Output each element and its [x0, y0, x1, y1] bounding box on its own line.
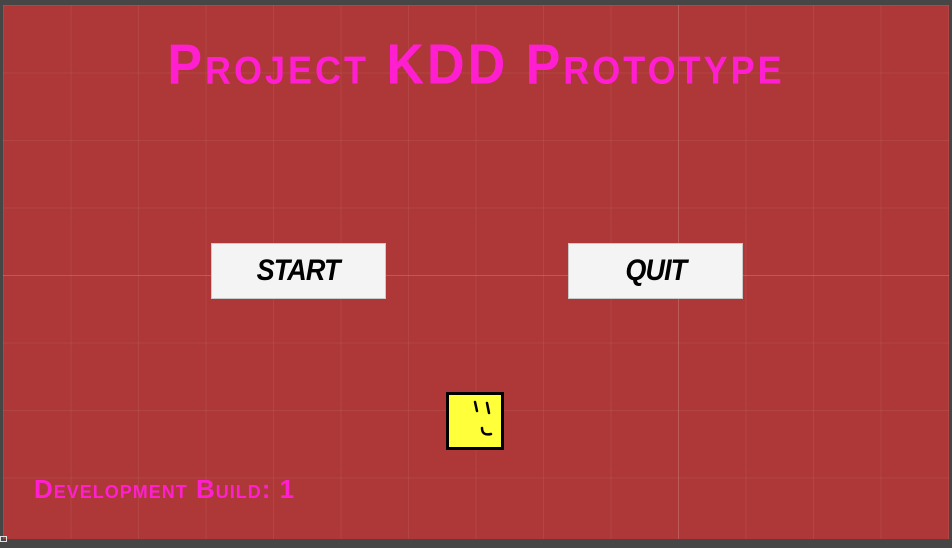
resize-handle[interactable]: [0, 536, 7, 542]
quit-button[interactable]: QUIT: [568, 243, 743, 299]
grid-line: [3, 275, 949, 276]
smiley-face-icon: [446, 392, 504, 450]
game-viewport: Project KDD Prototype START QUIT Develop…: [0, 0, 952, 548]
game-title: Project KDD Prototype: [167, 33, 785, 97]
start-button-label: START: [256, 254, 341, 287]
quit-button-label: QUIT: [625, 254, 687, 287]
main-menu-canvas: Project KDD Prototype START QUIT Develop…: [3, 5, 949, 539]
build-version-label: Development Build: 1: [34, 474, 296, 504]
start-button[interactable]: START: [211, 243, 386, 299]
